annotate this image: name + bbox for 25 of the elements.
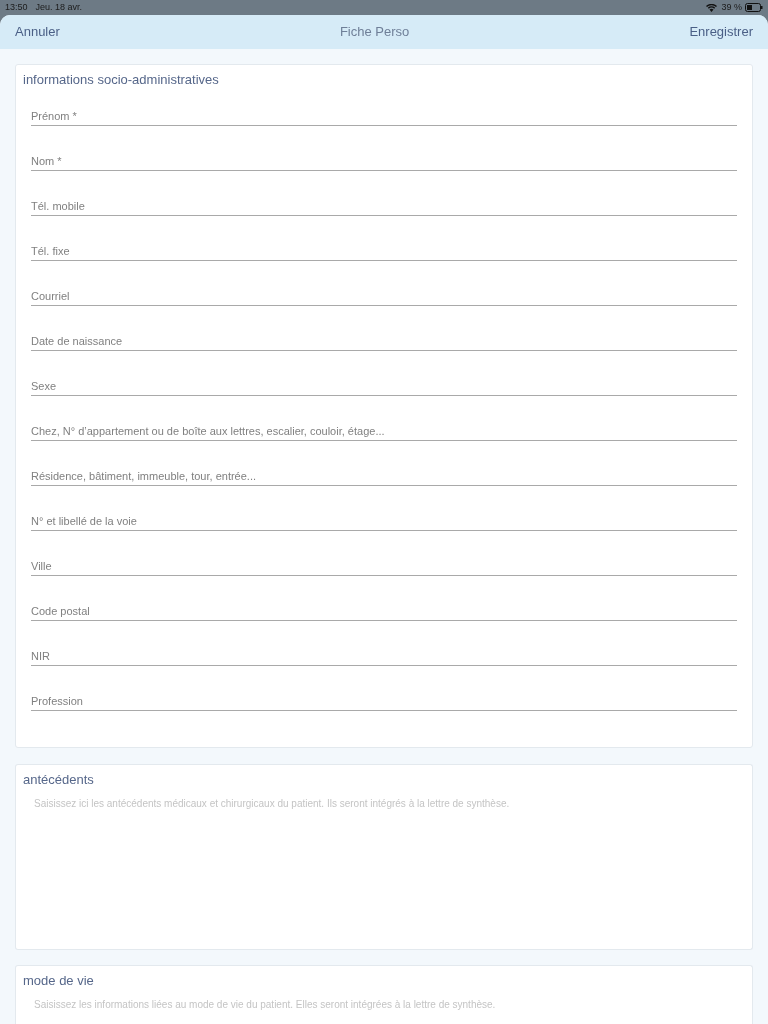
save-button[interactable]: Enregistrer bbox=[689, 22, 753, 42]
text-field[interactable]: Chez, N° d’appartement ou de boîte aux lettres, escalier, couloir, étage... bbox=[31, 421, 737, 442]
battery-percent: 39 % bbox=[721, 0, 742, 14]
section-title: mode de vie bbox=[15, 965, 753, 990]
text-field[interactable]: Tél. mobile bbox=[31, 196, 737, 217]
text-field[interactable]: Nom * bbox=[31, 151, 737, 172]
text-field[interactable]: Résidence, bâtiment, immeuble, tour, entrée... bbox=[31, 466, 737, 487]
text-field[interactable]: Prénom * bbox=[31, 106, 737, 127]
text-field[interactable]: Date de naissance bbox=[31, 331, 737, 352]
section-title: informations socio-administratives bbox=[23, 71, 220, 90]
text-field[interactable]: Tél. fixe bbox=[31, 241, 737, 262]
text-field[interactable]: Courriel bbox=[31, 286, 737, 307]
cancel-button[interactable]: Annuler bbox=[15, 22, 60, 42]
section-title: antécédents bbox=[15, 764, 753, 790]
text-field[interactable]: Code postal bbox=[31, 601, 737, 622]
text-field[interactable]: N° et libellé de la voie bbox=[31, 511, 737, 532]
text-field[interactable]: NIR bbox=[31, 646, 737, 667]
text-field[interactable]: Ville bbox=[31, 556, 737, 577]
nav-title: Fiche Perso bbox=[339, 23, 410, 42]
wifi-icon bbox=[706, 3, 718, 12]
status-date: Jeu. 18 avr. bbox=[35, 0, 83, 14]
battery-icon bbox=[745, 3, 763, 12]
status-time: 13:50 bbox=[5, 0, 28, 14]
text-field[interactable]: Sexe bbox=[31, 376, 737, 397]
text-field[interactable]: Profession bbox=[31, 691, 737, 712]
